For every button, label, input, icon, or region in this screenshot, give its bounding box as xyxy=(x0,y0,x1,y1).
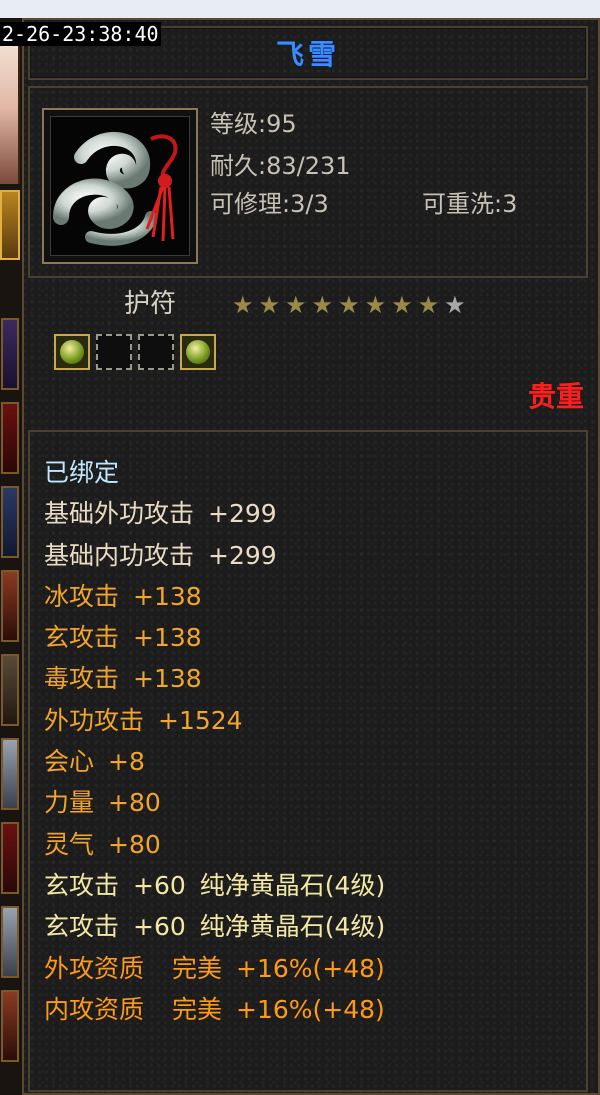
star-empty-icon: ★ xyxy=(444,291,466,319)
property-list: 已绑定 基础外功攻击 +299 基础内功攻击 +299 冰攻击 +138 玄攻击 +138 毒攻击… xyxy=(44,452,385,1030)
property-value: +299 xyxy=(208,540,277,570)
item-type-section: 护符 ★ ★ ★ ★ ★ ★ ★ ★ ★ 贵重 xyxy=(28,286,588,424)
item-rewash: 可重洗:3 xyxy=(422,190,518,218)
property-label: 毒攻击 xyxy=(44,664,120,694)
property-value: +138 xyxy=(133,623,202,653)
property-label: 内攻资质 xyxy=(44,994,145,1024)
property-row: 毒攻击 +138 xyxy=(44,658,385,699)
property-label: 外攻资质 xyxy=(44,953,145,983)
star-filled-icon: ★ xyxy=(391,291,413,319)
skill-slot[interactable] xyxy=(1,318,19,390)
item-durability: 耐久:83/231 xyxy=(210,152,351,180)
property-label: 玄攻击 xyxy=(44,870,120,900)
property-row: 玄攻击 +60 纯净黄晶石(4级) xyxy=(44,865,385,906)
rarity-label: 贵重 xyxy=(527,380,584,413)
gem-icon xyxy=(60,340,84,364)
property-row: 冰攻击 +138 xyxy=(44,576,385,617)
property-extra: +16%(+48) xyxy=(236,953,385,983)
property-label: 灵气 xyxy=(44,829,95,859)
property-extra: 纯净黄晶石(4级) xyxy=(199,912,386,942)
property-label: 基础外功攻击 xyxy=(44,499,195,529)
property-row: 力量 +80 xyxy=(44,782,385,823)
property-label: 玄攻击 xyxy=(44,623,120,653)
star-filled-icon: ★ xyxy=(417,291,440,319)
property-value: +60 xyxy=(133,912,186,942)
property-value: +8 xyxy=(108,747,145,777)
skill-slot[interactable] xyxy=(1,654,19,726)
property-value: 完美 xyxy=(172,994,223,1024)
property-row: 灵气 +80 xyxy=(44,824,385,865)
skill-slot[interactable] xyxy=(1,906,19,978)
property-extra: +16%(+48) xyxy=(236,994,385,1024)
timestamp-overlay: 2-26-23:38:40 xyxy=(0,22,161,46)
property-value: +1524 xyxy=(158,705,243,735)
skill-slot[interactable] xyxy=(1,486,19,558)
property-row: 玄攻击 +60 纯净黄晶石(4级) xyxy=(44,906,385,947)
skill-slot[interactable] xyxy=(1,738,19,810)
property-row: 内攻资质 完美 +16%(+48) xyxy=(44,989,385,1030)
property-row: 已绑定 xyxy=(44,452,385,493)
property-label: 力量 xyxy=(44,788,95,818)
star-filled-icon: ★ xyxy=(364,291,387,319)
item-repairable: 可修理:3/3 xyxy=(210,190,329,218)
star-filled-icon: ★ xyxy=(338,291,360,319)
item-icon-frame xyxy=(42,108,198,264)
property-row: 基础外功攻击 +299 xyxy=(44,493,385,534)
star-filled-icon: ★ xyxy=(258,291,281,319)
skill-slot[interactable] xyxy=(1,402,19,474)
background-game-ui-strip xyxy=(0,18,22,1095)
skill-slot[interactable] xyxy=(1,990,19,1062)
property-label: 玄攻击 xyxy=(44,912,120,942)
property-label: 会心 xyxy=(44,747,95,777)
gold-frame-decoration xyxy=(0,190,20,260)
property-value: 完美 xyxy=(172,953,223,983)
character-portrait xyxy=(0,44,20,184)
property-value: +138 xyxy=(133,581,202,611)
socket-empty xyxy=(96,334,132,370)
property-label: 冰攻击 xyxy=(44,581,120,611)
property-label: 基础内功攻击 xyxy=(44,540,195,570)
property-value: +138 xyxy=(133,664,202,694)
property-label: 已绑定 xyxy=(44,458,120,487)
gem-sockets xyxy=(54,334,216,370)
property-row: 玄攻击 +138 xyxy=(44,617,385,658)
item-properties-box: 已绑定 基础外功攻击 +299 基础内功攻击 +299 冰攻击 +138 玄攻击 +138 毒攻击… xyxy=(28,430,588,1092)
star-filled-icon: ★ xyxy=(285,291,307,319)
property-row: 会心 +8 xyxy=(44,741,385,782)
skill-slot[interactable] xyxy=(1,822,19,894)
jade-cloud-amulet-icon xyxy=(50,116,190,256)
socket-filled xyxy=(180,334,216,370)
item-level: 等级:95 xyxy=(210,110,297,138)
item-type: 护符 xyxy=(124,289,177,319)
property-row: 外攻资质 完美 +16%(+48) xyxy=(44,948,385,989)
property-row: 外功攻击 +1524 xyxy=(44,700,385,741)
property-extra: 纯净黄晶石(4级) xyxy=(199,870,386,900)
gem-icon xyxy=(186,340,210,364)
star-filled-icon: ★ xyxy=(232,291,254,319)
property-label: 外功攻击 xyxy=(44,705,145,735)
property-value: +80 xyxy=(108,829,161,859)
star-rating: ★ ★ ★ ★ ★ ★ ★ ★ ★ xyxy=(232,292,466,318)
skill-slot[interactable] xyxy=(1,570,19,642)
property-value: +299 xyxy=(208,499,277,529)
item-header: 等级:95 耐久:83/231 可修理:3/3 可重洗:3 xyxy=(28,86,588,278)
socket-filled xyxy=(54,334,90,370)
item-tooltip: 飞雪 等级:95 耐久:83/231 可修理:3/3 可重洗:3 护符 ★ ★ … xyxy=(22,18,600,1095)
star-filled-icon: ★ xyxy=(311,291,334,319)
property-value: +60 xyxy=(133,870,186,900)
socket-empty xyxy=(138,334,174,370)
property-row: 基础内功攻击 +299 xyxy=(44,535,385,576)
property-value: +80 xyxy=(108,788,161,818)
